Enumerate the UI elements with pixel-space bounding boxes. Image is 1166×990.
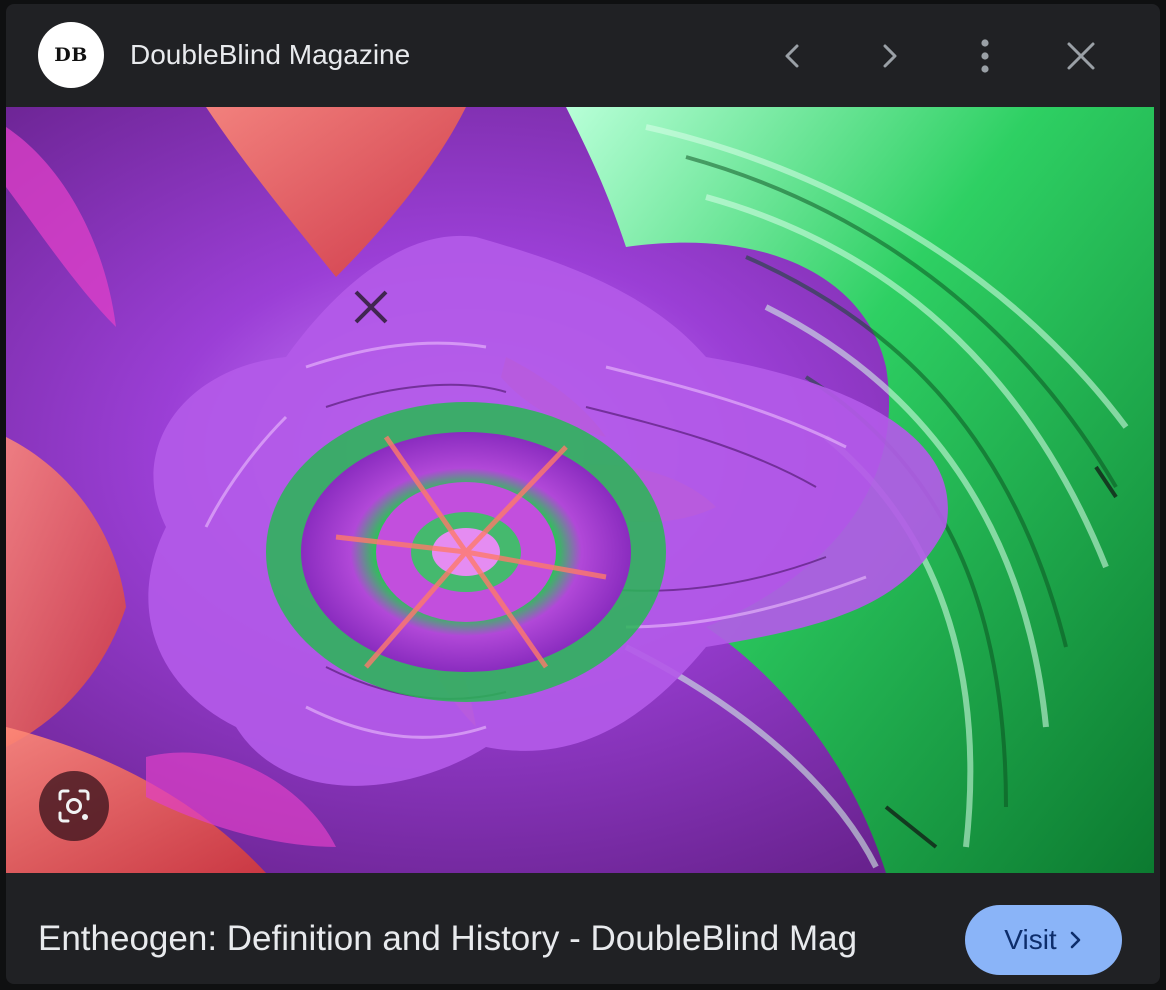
more-options-button[interactable]: [957, 28, 1013, 84]
fractal-artwork-image: [6, 107, 1154, 873]
close-button[interactable]: [1053, 28, 1109, 84]
source-name[interactable]: DoubleBlind Magazine: [130, 37, 410, 73]
chevron-right-icon: [1070, 931, 1080, 949]
visit-button[interactable]: Visit: [965, 905, 1122, 975]
preview-image[interactable]: [6, 107, 1154, 873]
image-preview-panel: DB DoubleBlind Magazine Entheogen: Defin…: [6, 4, 1160, 984]
source-logo[interactable]: DB: [38, 22, 104, 88]
close-icon: [1067, 42, 1095, 70]
preview-footer: Entheogen: Definition and History - Doub…: [6, 873, 1160, 984]
preview-header: DB DoubleBlind Magazine: [6, 4, 1160, 108]
lens-search-icon: [58, 789, 90, 823]
next-button[interactable]: [861, 28, 917, 84]
chevron-right-icon: [883, 44, 897, 68]
visit-button-label: Visit: [1004, 924, 1057, 955]
source-logo-text: DB: [54, 44, 88, 66]
chevron-left-icon: [785, 44, 799, 68]
lens-search-button[interactable]: [39, 771, 109, 841]
previous-button[interactable]: [765, 28, 821, 84]
more-vert-icon: [981, 39, 989, 73]
page-title[interactable]: Entheogen: Definition and History - Doub…: [38, 917, 857, 961]
